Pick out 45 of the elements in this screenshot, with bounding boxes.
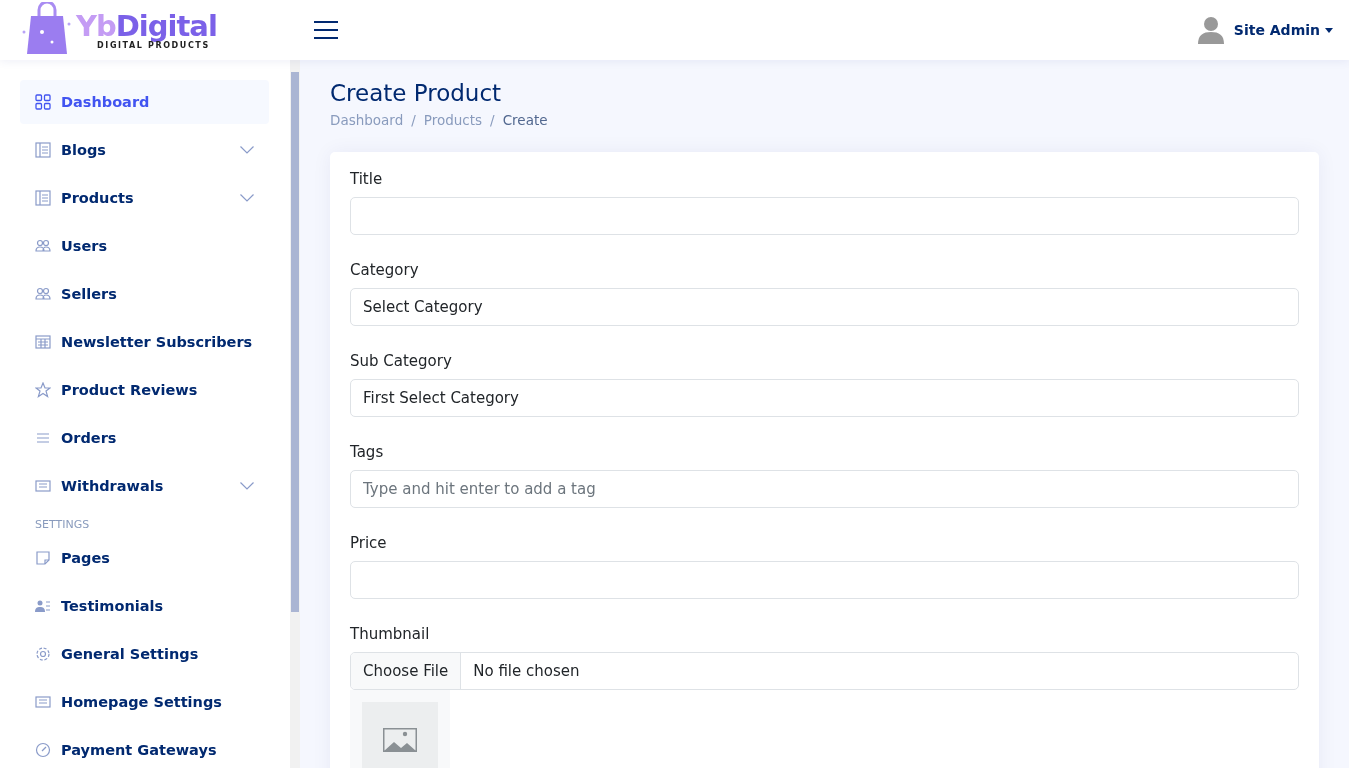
chevron-down-icon <box>240 482 254 490</box>
input-field[interactable]: Type and hit enter to add a tag <box>350 470 1299 508</box>
logo-tagline: DIGITAL PRODUCTS <box>97 40 210 50</box>
field-label: Title <box>350 170 384 188</box>
card-icon <box>35 694 51 710</box>
image-icon <box>383 728 417 752</box>
input-field[interactable] <box>350 197 1299 235</box>
field-label: Category <box>350 261 420 279</box>
file-input[interactable]: Choose File No file chosen <box>350 652 1299 690</box>
select-field[interactable]: First Select Category <box>350 379 1299 417</box>
star-icon <box>35 382 51 398</box>
chevron-down-icon <box>240 194 254 202</box>
select-field[interactable]: Select Category <box>350 288 1299 326</box>
chevron-down-icon <box>240 146 254 154</box>
input-field[interactable] <box>350 561 1299 599</box>
compass-icon <box>35 742 51 758</box>
list-icon <box>35 430 51 446</box>
choose-file-button[interactable]: Choose File <box>351 653 462 689</box>
breadcrumb-current: Create <box>502 112 548 128</box>
person-list-icon <box>35 598 51 614</box>
document-list-icon <box>35 142 51 158</box>
people-icon <box>35 238 51 254</box>
scrollbar[interactable] <box>290 60 300 768</box>
user-avatar-icon <box>1197 16 1224 44</box>
table-icon <box>35 334 51 350</box>
page-title: Create Product <box>330 80 503 106</box>
menu-icon[interactable] <box>314 20 338 40</box>
logo-text: YbDigital <box>76 10 217 41</box>
document-list-icon <box>35 190 51 206</box>
field-label: Tags <box>350 443 385 461</box>
breadcrumb-separator: / <box>490 112 495 128</box>
field-label: Thumbnail <box>350 625 431 643</box>
people-icon <box>35 286 51 302</box>
grid-icon <box>35 94 51 110</box>
field-label: Sub Category <box>350 352 453 370</box>
section-heading: SETTINGS <box>34 517 91 532</box>
sticky-note-icon <box>35 550 51 566</box>
sidebar-item[interactable]: Dashboard <box>20 80 269 124</box>
user-menu-button[interactable]: Site Admin <box>1233 22 1333 38</box>
gear-icon <box>35 646 51 662</box>
field-label: Price <box>350 534 388 552</box>
breadcrumb-separator: / <box>411 112 416 128</box>
card-icon <box>35 478 51 494</box>
caret-icon <box>1325 27 1333 33</box>
file-status: No file chosen <box>472 661 581 682</box>
